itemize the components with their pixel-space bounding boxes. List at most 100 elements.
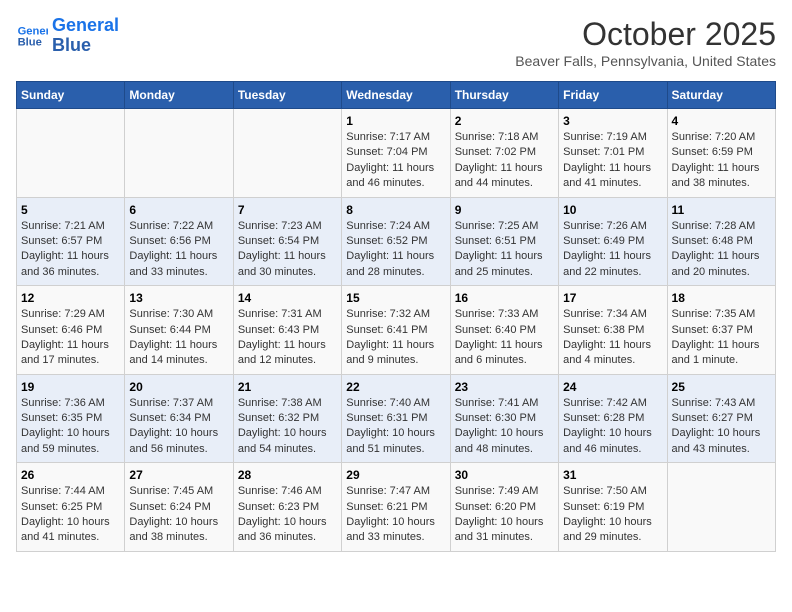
calendar-cell: 29 Sunrise: 7:47 AM Sunset: 6:21 PM Dayli…: [342, 463, 450, 552]
calendar-week-2: 12 Sunrise: 7:29 AM Sunset: 6:46 PM Dayli…: [17, 286, 776, 375]
day-info: Sunrise: 7:47 AM Sunset: 6:21 PM Dayligh…: [346, 484, 445, 546]
day-number: 1: [346, 114, 445, 128]
day-info: Sunrise: 7:36 AM Sunset: 6:35 PM Dayligh…: [21, 396, 120, 458]
calendar-cell: 22 Sunrise: 7:40 AM Sunset: 6:31 PM Dayli…: [342, 374, 450, 463]
calendar-cell: 4Sunrise: 7:20 AM Sunset: 6:59 PM Daylig…: [667, 109, 775, 198]
day-number: 31: [563, 468, 662, 482]
calendar-cell: 6 Sunrise: 7:22 AM Sunset: 6:56 PM Daylig…: [125, 197, 233, 286]
day-number: 24: [563, 380, 662, 394]
calendar-week-1: 5 Sunrise: 7:21 AM Sunset: 6:57 PM Daylig…: [17, 197, 776, 286]
calendar-body: 1 Sunrise: 7:17 AM Sunset: 7:04 PM Daylig…: [17, 109, 776, 552]
day-info: Sunrise: 7:31 AM Sunset: 6:43 PM Dayligh…: [238, 307, 337, 369]
day-number: 6: [129, 203, 228, 217]
day-info: Sunrise: 7:45 AM Sunset: 6:24 PM Dayligh…: [129, 484, 228, 546]
calendar-cell: 7Sunrise: 7:23 AM Sunset: 6:54 PM Daylig…: [233, 197, 341, 286]
day-info: Sunrise: 7:43 AM Sunset: 6:27 PM Dayligh…: [672, 396, 771, 458]
day-info: Sunrise: 7:28 AM Sunset: 6:48 PM Dayligh…: [672, 219, 771, 281]
calendar-table: SundayMondayTuesdayWednesdayThursdayFrid…: [16, 81, 776, 552]
day-number: 7: [238, 203, 337, 217]
day-number: 5: [21, 203, 120, 217]
day-number: 8: [346, 203, 445, 217]
calendar-cell: 16 Sunrise: 7:33 AM Sunset: 6:40 PM Dayli…: [450, 286, 558, 375]
day-info: Sunrise: 7:37 AM Sunset: 6:34 PM Dayligh…: [129, 396, 228, 458]
weekday-header-wednesday: Wednesday: [342, 82, 450, 109]
day-number: 23: [455, 380, 554, 394]
calendar-cell: 26Sunrise: 7:44 AM Sunset: 6:25 PM Dayli…: [17, 463, 125, 552]
day-number: 15: [346, 291, 445, 305]
page-header: General Blue GeneralBlue October 2025 Be…: [16, 16, 776, 69]
calendar-cell: 11 Sunrise: 7:28 AM Sunset: 6:48 PM Dayli…: [667, 197, 775, 286]
calendar-week-0: 1 Sunrise: 7:17 AM Sunset: 7:04 PM Daylig…: [17, 109, 776, 198]
weekday-header-saturday: Saturday: [667, 82, 775, 109]
day-info: Sunrise: 7:24 AM Sunset: 6:52 PM Dayligh…: [346, 219, 445, 281]
day-number: 29: [346, 468, 445, 482]
day-info: Sunrise: 7:49 AM Sunset: 6:20 PM Dayligh…: [455, 484, 554, 546]
weekday-header-monday: Monday: [125, 82, 233, 109]
calendar-cell: 21 Sunrise: 7:38 AM Sunset: 6:32 PM Dayli…: [233, 374, 341, 463]
day-number: 4: [672, 114, 771, 128]
calendar-cell: 9Sunrise: 7:25 AM Sunset: 6:51 PM Daylig…: [450, 197, 558, 286]
day-info: Sunrise: 7:41 AM Sunset: 6:30 PM Dayligh…: [455, 396, 554, 458]
calendar-cell: [233, 109, 341, 198]
day-info: Sunrise: 7:33 AM Sunset: 6:40 PM Dayligh…: [455, 307, 554, 369]
svg-text:General: General: [18, 25, 48, 37]
calendar-cell: 1 Sunrise: 7:17 AM Sunset: 7:04 PM Daylig…: [342, 109, 450, 198]
day-info: Sunrise: 7:38 AM Sunset: 6:32 PM Dayligh…: [238, 396, 337, 458]
calendar-cell: 24Sunrise: 7:42 AM Sunset: 6:28 PM Dayli…: [559, 374, 667, 463]
calendar-cell: [125, 109, 233, 198]
day-info: Sunrise: 7:18 AM Sunset: 7:02 PM Dayligh…: [455, 130, 554, 192]
day-info: Sunrise: 7:29 AM Sunset: 6:46 PM Dayligh…: [21, 307, 120, 369]
calendar-week-4: 26Sunrise: 7:44 AM Sunset: 6:25 PM Dayli…: [17, 463, 776, 552]
day-number: 22: [346, 380, 445, 394]
day-info: Sunrise: 7:50 AM Sunset: 6:19 PM Dayligh…: [563, 484, 662, 546]
day-number: 14: [238, 291, 337, 305]
calendar-cell: 17 Sunrise: 7:34 AM Sunset: 6:38 PM Dayli…: [559, 286, 667, 375]
calendar-cell: 18 Sunrise: 7:35 AM Sunset: 6:37 PM Dayli…: [667, 286, 775, 375]
logo: General Blue GeneralBlue: [16, 16, 119, 56]
day-info: Sunrise: 7:22 AM Sunset: 6:56 PM Dayligh…: [129, 219, 228, 281]
day-number: 11: [672, 203, 771, 217]
calendar-cell: 13Sunrise: 7:30 AM Sunset: 6:44 PM Dayli…: [125, 286, 233, 375]
day-info: Sunrise: 7:32 AM Sunset: 6:41 PM Dayligh…: [346, 307, 445, 369]
day-info: Sunrise: 7:26 AM Sunset: 6:49 PM Dayligh…: [563, 219, 662, 281]
day-info: Sunrise: 7:17 AM Sunset: 7:04 PM Dayligh…: [346, 130, 445, 192]
day-number: 2: [455, 114, 554, 128]
month-title: October 2025: [515, 16, 776, 53]
day-number: 9: [455, 203, 554, 217]
day-number: 10: [563, 203, 662, 217]
weekday-header-row: SundayMondayTuesdayWednesdayThursdayFrid…: [17, 82, 776, 109]
calendar-cell: [667, 463, 775, 552]
calendar-cell: 2 Sunrise: 7:18 AM Sunset: 7:02 PM Daylig…: [450, 109, 558, 198]
weekday-header-tuesday: Tuesday: [233, 82, 341, 109]
day-number: 20: [129, 380, 228, 394]
calendar-cell: 27 Sunrise: 7:45 AM Sunset: 6:24 PM Dayli…: [125, 463, 233, 552]
day-number: 28: [238, 468, 337, 482]
calendar-cell: 20 Sunrise: 7:37 AM Sunset: 6:34 PM Dayli…: [125, 374, 233, 463]
calendar-cell: 10 Sunrise: 7:26 AM Sunset: 6:49 PM Dayli…: [559, 197, 667, 286]
calendar-cell: 28 Sunrise: 7:46 AM Sunset: 6:23 PM Dayli…: [233, 463, 341, 552]
day-info: Sunrise: 7:40 AM Sunset: 6:31 PM Dayligh…: [346, 396, 445, 458]
weekday-header-sunday: Sunday: [17, 82, 125, 109]
day-number: 25: [672, 380, 771, 394]
calendar-cell: 8 Sunrise: 7:24 AM Sunset: 6:52 PM Daylig…: [342, 197, 450, 286]
day-number: 27: [129, 468, 228, 482]
weekday-header-thursday: Thursday: [450, 82, 558, 109]
day-info: Sunrise: 7:34 AM Sunset: 6:38 PM Dayligh…: [563, 307, 662, 369]
location-subtitle: Beaver Falls, Pennsylvania, United State…: [515, 53, 776, 69]
day-info: Sunrise: 7:35 AM Sunset: 6:37 PM Dayligh…: [672, 307, 771, 369]
calendar-cell: 23 Sunrise: 7:41 AM Sunset: 6:30 PM Dayli…: [450, 374, 558, 463]
svg-text:Blue: Blue: [18, 36, 42, 48]
day-info: Sunrise: 7:46 AM Sunset: 6:23 PM Dayligh…: [238, 484, 337, 546]
calendar-cell: 19Sunrise: 7:36 AM Sunset: 6:35 PM Dayli…: [17, 374, 125, 463]
day-number: 30: [455, 468, 554, 482]
day-number: 16: [455, 291, 554, 305]
day-number: 18: [672, 291, 771, 305]
day-number: 13: [129, 291, 228, 305]
calendar-cell: 25 Sunrise: 7:43 AM Sunset: 6:27 PM Dayli…: [667, 374, 775, 463]
day-number: 17: [563, 291, 662, 305]
day-number: 12: [21, 291, 120, 305]
day-info: Sunrise: 7:21 AM Sunset: 6:57 PM Dayligh…: [21, 219, 120, 281]
logo-icon: General Blue: [16, 20, 48, 52]
day-number: 21: [238, 380, 337, 394]
calendar-cell: 3Sunrise: 7:19 AM Sunset: 7:01 PM Daylig…: [559, 109, 667, 198]
